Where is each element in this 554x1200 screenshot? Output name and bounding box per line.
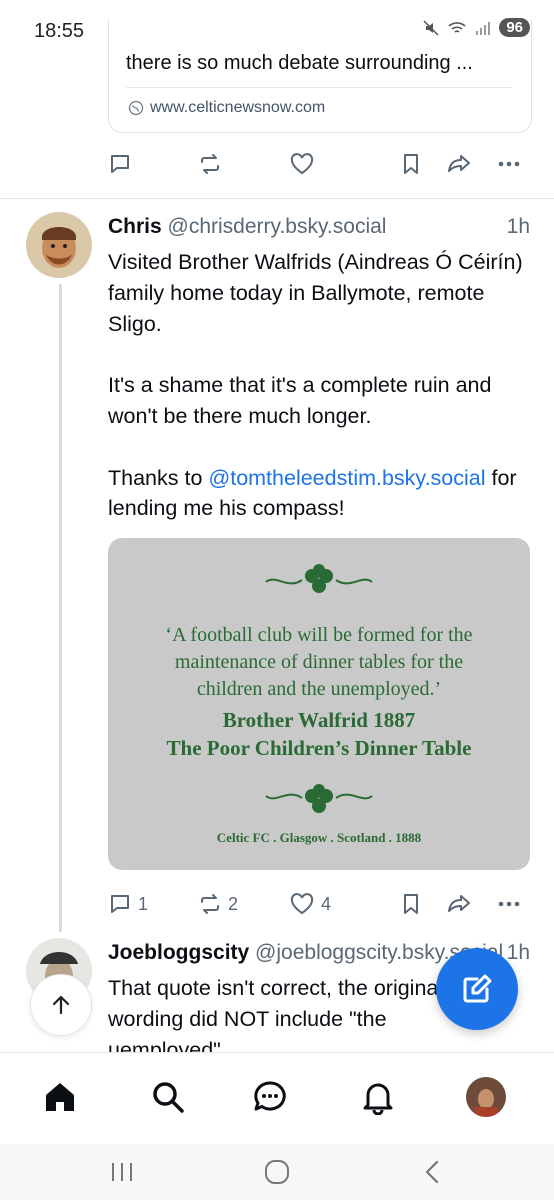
- repost-icon: [201, 894, 219, 914]
- reply-count: 1: [138, 893, 149, 914]
- recent-apps-button[interactable]: [102, 1152, 142, 1192]
- like-count: 4: [321, 893, 332, 914]
- bookmark-button[interactable]: [400, 892, 422, 916]
- embedded-image[interactable]: ‘A football club will be formed for the …: [108, 538, 530, 870]
- repost-count: 2: [228, 893, 239, 914]
- nav-profile[interactable]: [466, 1077, 506, 1117]
- like-button[interactable]: [289, 152, 315, 176]
- image-quote-text: ‘A football club will be formed for the …: [165, 624, 473, 700]
- post-paragraph: Thanks to @tomtheleedstim.bsky.social fo…: [108, 465, 517, 521]
- globe-icon: [128, 100, 144, 116]
- nav-search[interactable]: [148, 1077, 188, 1117]
- bookmark-icon: [404, 154, 418, 174]
- author-name[interactable]: Chris: [108, 215, 162, 238]
- home-icon: [46, 1083, 74, 1111]
- thread-line: [59, 284, 62, 932]
- reply-icon: [111, 155, 129, 173]
- like-icon: [290, 893, 314, 915]
- more-options-button[interactable]: [496, 152, 522, 176]
- nav-home[interactable]: [40, 1077, 80, 1117]
- link-domain: www.celticnewsnow.com: [150, 99, 326, 116]
- reply-author-name[interactable]: Joebloggscity: [108, 941, 249, 964]
- home-system-button[interactable]: [257, 1152, 297, 1192]
- share-button[interactable]: [446, 892, 472, 916]
- shamrock-ornament-bottom: [265, 784, 373, 813]
- share-icon: [448, 155, 470, 172]
- arrow-up-icon: [52, 995, 70, 1015]
- avatar-image: [26, 212, 92, 278]
- compose-button[interactable]: [436, 948, 518, 1030]
- link-divider: [126, 87, 512, 88]
- more-icon: [498, 161, 520, 167]
- like-button[interactable]: 4: [289, 892, 331, 916]
- scroll-to-top-button[interactable]: [30, 974, 92, 1036]
- reply-button[interactable]: 1: [108, 892, 148, 916]
- reply-timestamp[interactable]: 1h: [507, 941, 530, 965]
- reply-button[interactable]: [108, 152, 132, 176]
- post-paragraph: It's a shame that it's a complete ruin a…: [108, 373, 492, 428]
- nav-notifications[interactable]: [358, 1077, 398, 1117]
- bookmark-icon: [404, 894, 418, 914]
- post-timestamp[interactable]: 1h: [507, 215, 530, 239]
- chat-icon: [254, 1081, 286, 1111]
- repost-button[interactable]: [198, 152, 222, 176]
- post-author[interactable]: Chris @chrisderry.bsky.social: [108, 215, 386, 239]
- post-paragraph: Visited Brother Walfrids (Aindreas Ó Céi…: [108, 250, 523, 336]
- bookmark-button[interactable]: [400, 152, 422, 176]
- mention-link[interactable]: @tomtheleedstim.bsky.social: [208, 466, 485, 490]
- notifications-icon: [363, 1083, 393, 1115]
- compose-icon: [463, 974, 492, 1003]
- nav-chat[interactable]: [250, 1077, 290, 1117]
- search-icon: [153, 1082, 184, 1113]
- reply-icon: [111, 895, 129, 913]
- post-divider: [0, 198, 554, 199]
- shamrock-ornament-top: [265, 564, 373, 593]
- link-domain-row: www.celticnewsnow.com: [128, 99, 325, 117]
- link-description: there is so much debate surrounding ...: [126, 52, 473, 74]
- image-attribution-line1: Brother Walfrid 1887: [222, 708, 416, 732]
- author-handle[interactable]: @chrisderry.bsky.social: [168, 215, 387, 238]
- avatar[interactable]: [26, 212, 92, 278]
- system-navigation-bar: [0, 1144, 554, 1200]
- repost-button[interactable]: 2: [198, 892, 238, 916]
- share-button[interactable]: [446, 152, 472, 176]
- profile-avatar: [466, 1077, 506, 1117]
- post-text: Visited Brother Walfrids (Aindreas Ó Céi…: [108, 247, 528, 524]
- back-icon: [425, 1160, 439, 1184]
- image-attribution-line2: The Poor Children’s Dinner Table: [166, 736, 472, 760]
- more-icon: [498, 901, 520, 907]
- reply-text: That quote isn't correct, the original w…: [108, 976, 444, 1053]
- recent-apps-icon: [112, 1163, 132, 1181]
- like-icon: [290, 153, 314, 175]
- image-footer-text: Celtic FC . Glasgow . Scotland . 1888: [216, 830, 422, 845]
- more-options-button[interactable]: [496, 892, 522, 916]
- repost-icon: [201, 154, 219, 174]
- status-time: 18:55: [34, 20, 85, 42]
- back-button[interactable]: [412, 1152, 452, 1192]
- bottom-navigation: [0, 1052, 554, 1145]
- share-icon: [448, 895, 470, 912]
- home-circle-icon: [265, 1160, 289, 1184]
